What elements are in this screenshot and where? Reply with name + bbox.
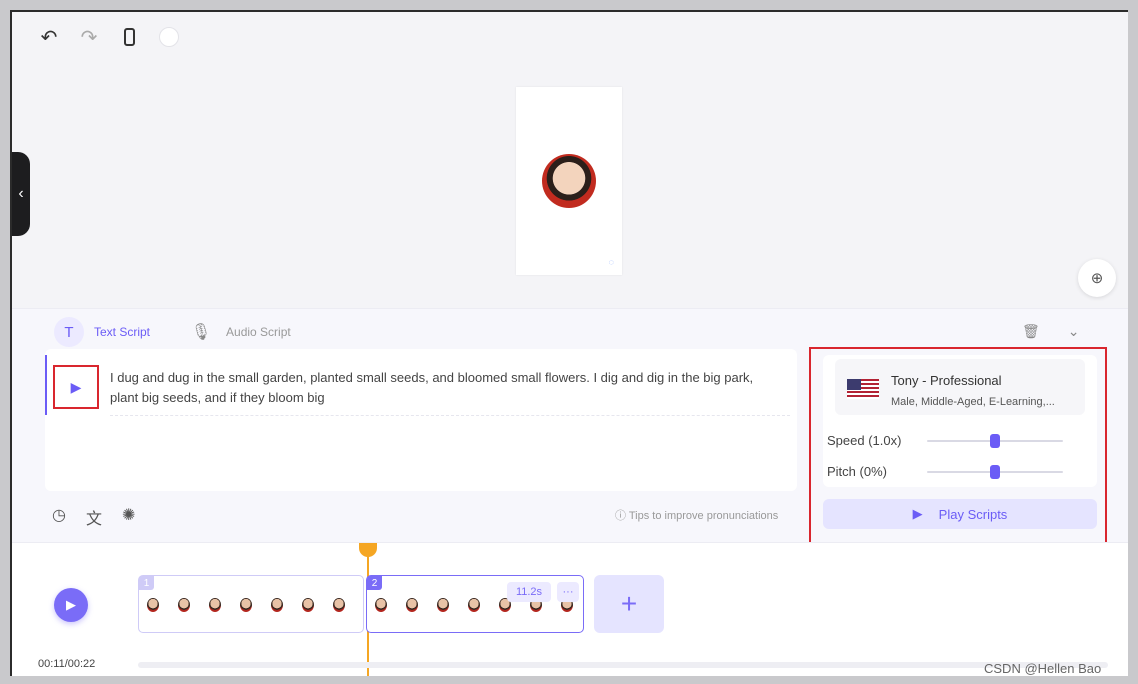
preview-canvas[interactable]: ◌ xyxy=(516,87,622,275)
ai-assistant-icon[interactable]: ✺ xyxy=(122,505,135,529)
clip-number: 1 xyxy=(139,576,154,590)
clip-thumbnail xyxy=(271,598,283,612)
timeline: ▶ 1 2 11.2s ··· + 00:11/00:22 xyxy=(12,542,1128,676)
speed-slider[interactable] xyxy=(927,433,1063,448)
text-icon: T xyxy=(54,317,84,347)
speed-label: Speed (1.0x) xyxy=(827,433,902,448)
active-line-marker xyxy=(45,355,47,415)
tips-label: Tips to improve pronunciations xyxy=(628,510,779,522)
pitch-slider-thumb[interactable] xyxy=(990,464,1000,479)
translate-icon[interactable]: 文 xyxy=(86,505,102,529)
play-icon: ▶ xyxy=(70,378,82,395)
trash-icon[interactable]: 🗑 xyxy=(1022,323,1040,340)
editor-tools: ◷ 文 ✺ xyxy=(52,505,135,529)
clip-thumbnail xyxy=(302,598,314,612)
info-icon: ⓘ xyxy=(615,510,626,522)
clip-thumbnail xyxy=(437,598,449,612)
phone-icon[interactable] xyxy=(118,26,140,48)
clip-duration-badge: 11.2s xyxy=(507,582,551,602)
play-icon: ▶ xyxy=(912,506,923,521)
script-divider xyxy=(110,415,790,416)
clip-thumbnail xyxy=(240,598,252,612)
clip-thumbnails xyxy=(147,598,345,612)
pronunciation-tips-link[interactable]: ⓘ Tips to improve pronunciations xyxy=(615,507,778,523)
clip-thumbnail xyxy=(178,598,190,612)
zoom-in-icon: ⊕ xyxy=(1090,270,1104,287)
timeline-scrollbar[interactable] xyxy=(138,662,1108,668)
pitch-label: Pitch (0%) xyxy=(827,464,887,479)
pitch-row: Pitch (0%) xyxy=(827,464,1087,479)
clip-thumbnail xyxy=(147,598,159,612)
tab-label: Text Script xyxy=(94,325,151,339)
speed-row: Speed (1.0x) xyxy=(827,433,1087,448)
play-scripts-button[interactable]: ▶ Play Scripts xyxy=(823,499,1097,529)
add-clip-button[interactable]: + xyxy=(594,575,664,633)
voice-name: Tony - Professional xyxy=(891,373,1002,388)
zoom-button[interactable]: ⊕ xyxy=(1078,259,1116,297)
chevron-left-icon: ‹ xyxy=(18,185,24,202)
voice-panel: Tony - Professional Male, Middle-Aged, E… xyxy=(809,347,1107,545)
watermark: CSDN @Hellen Bao xyxy=(984,661,1102,676)
chevron-down-icon[interactable]: ⌄ xyxy=(1068,323,1080,340)
script-input[interactable]: ▶ I dug and dug in the small garden, pla… xyxy=(45,349,797,491)
color-circle-icon[interactable] xyxy=(158,26,180,48)
time-readout: 00:11/00:22 xyxy=(38,658,96,670)
voice-description: Male, Middle-Aged, E-Learning,... xyxy=(891,396,1055,408)
avatar-image[interactable] xyxy=(542,154,596,208)
script-editor: T Text Script 🎙 Audio Script 🗑 ⌄ ▶ I dug… xyxy=(12,308,1128,545)
watermark-icon: ◌ xyxy=(608,257,614,267)
voice-card: Tony - Professional Male, Middle-Aged, E… xyxy=(823,355,1097,487)
voice-selector[interactable]: Tony - Professional Male, Middle-Aged, E… xyxy=(835,359,1085,415)
app-window: ↶ ↷ ‹ ◌ ⊕ T Text Script 🎙 Audio Script 🗑… xyxy=(10,10,1128,676)
redo-icon[interactable]: ↷ xyxy=(78,26,100,49)
play-scripts-label: Play Scripts xyxy=(938,506,1008,522)
script-text[interactable]: I dug and dug in the small garden, plant… xyxy=(110,368,780,408)
speed-slider-thumb[interactable] xyxy=(990,433,1000,448)
clock-icon[interactable]: ◷ xyxy=(52,505,66,529)
play-icon: ▶ xyxy=(66,597,76,612)
clip-thumbnail xyxy=(375,598,387,612)
clip-1[interactable]: 1 xyxy=(138,575,364,633)
script-tabs: T Text Script 🎙 Audio Script xyxy=(54,317,317,347)
mic-icon: 🎙 xyxy=(190,324,212,341)
undo-icon[interactable]: ↶ xyxy=(38,26,60,49)
timeline-play-button[interactable]: ▶ xyxy=(54,588,88,622)
us-flag-icon xyxy=(847,379,879,399)
clip-thumbnail xyxy=(406,598,418,612)
clip-thumbnail xyxy=(333,598,345,612)
clip-number: 2 xyxy=(367,576,382,590)
clip-2[interactable]: 2 11.2s ··· xyxy=(366,575,584,633)
tab-text-script[interactable]: T Text Script xyxy=(54,317,150,347)
clip-more-button[interactable]: ··· xyxy=(557,582,579,602)
tab-label: Audio Script xyxy=(226,325,291,339)
pitch-slider[interactable] xyxy=(927,464,1063,479)
collapse-sidebar-button[interactable]: ‹ xyxy=(12,152,30,236)
top-toolbar: ↶ ↷ xyxy=(38,26,180,49)
tab-audio-script[interactable]: 🎙 Audio Script xyxy=(186,317,291,347)
clip-thumbnail xyxy=(209,598,221,612)
clip-thumbnail xyxy=(468,598,480,612)
editor-actions: 🗑 ⌄ xyxy=(1022,323,1080,340)
play-line-button[interactable]: ▶ xyxy=(53,365,99,409)
